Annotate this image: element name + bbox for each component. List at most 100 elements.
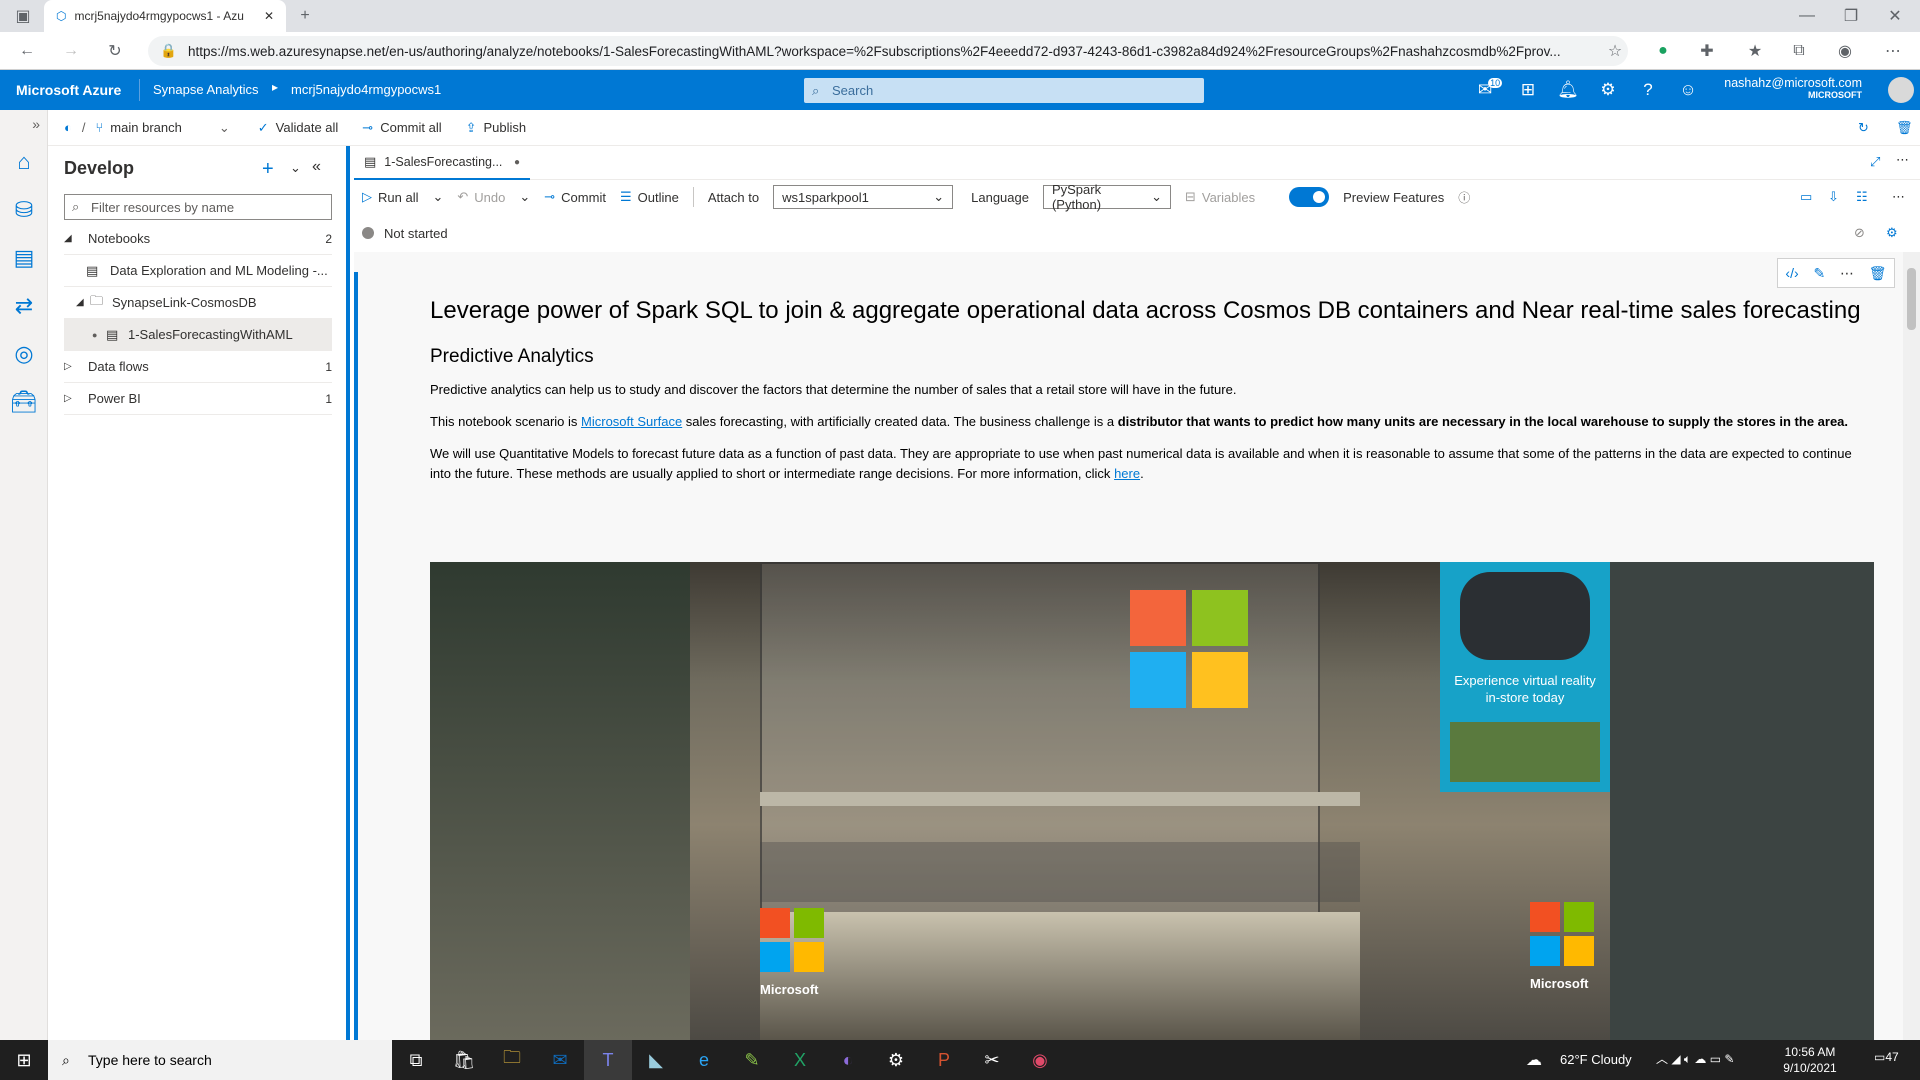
clock[interactable]: 10:56 AM 9/10/2021 [1770,1044,1850,1076]
browser-menu-icon[interactable]: ⋯ [1878,36,1908,66]
github-desktop-icon[interactable]: ◐ [824,1040,872,1080]
more-options-icon[interactable]: ⋯ [1896,152,1909,168]
extensions-icon[interactable]: ✚ [1692,36,1722,66]
delete-icon[interactable]: 🗑︎ [1869,265,1887,282]
outline-button[interactable]: ☰ Outline [620,189,679,205]
validate-all-button[interactable]: ✓ Validate all [258,120,339,136]
more-options-icon[interactable]: ⋯ [1840,265,1854,282]
task-view-icon[interactable]: ⧉ [392,1040,440,1080]
tree-section-data-flows[interactable]: ▷ Data flows 1 [64,351,332,383]
snipping-tool-icon[interactable]: ✂ [968,1040,1016,1080]
favorites-icon[interactable]: ★ [1740,36,1770,66]
discard-icon[interactable]: 🗑︎ [1896,120,1913,136]
tree-section-notebooks[interactable]: ◢ Notebooks 2 [64,223,332,255]
bell-icon[interactable]: 🔔︎ [1548,70,1588,110]
more-options-icon[interactable]: ⋯ [1892,189,1905,205]
close-window-icon[interactable]: ✕ [1880,1,1910,31]
app-icon[interactable]: ◣ [632,1040,680,1080]
tree-item-notebook[interactable]: ▤ Data Exploration and ML Modeling -... [64,255,332,287]
powerpoint-icon[interactable]: P [920,1040,968,1080]
code-view-icon[interactable]: ‹/› [1785,265,1798,281]
workspace-link[interactable]: mcrj5najydo4rmgypocws1 [291,82,441,97]
microsoft-surface-link[interactable]: Microsoft Surface [581,414,682,429]
recorder-icon[interactable]: ◉ [1016,1040,1064,1080]
comments-icon[interactable]: ▭ [1800,189,1812,205]
windows-start-icon[interactable]: ⊞ [0,1040,48,1080]
settings-icon[interactable]: ⚙ [872,1040,920,1080]
maximize-icon[interactable]: ⤢ [1870,154,1880,170]
new-tab-icon[interactable]: + [290,1,320,31]
develop-icon[interactable]: ▤ [0,234,48,282]
monitor-icon[interactable]: ◎ [0,330,48,378]
refresh-icon[interactable]: ↻ [100,36,130,66]
browser-tab[interactable]: ⬡ mcrj5najydo4rmgypocws1 - Azu ✕ [44,0,286,32]
info-icon[interactable]: ⓘ [1458,189,1470,206]
favorite-add-icon[interactable]: ☆ [1600,36,1630,66]
file-explorer-icon[interactable]: 🗀 [488,1040,536,1080]
url-input[interactable]: 🔒 https://ms.web.azuresynapse.net/en-us/… [148,36,1628,66]
store-app-icon[interactable]: 🛍︎ [440,1040,488,1080]
action-center-icon[interactable]: ▭47 [1874,1050,1899,1064]
attach-to-select[interactable]: ws1sparkpool1 ⌄ [773,185,954,209]
unsaved-dot-icon[interactable]: ● [514,157,520,168]
expand-rail-icon[interactable]: » [0,110,48,138]
vertical-scrollbar[interactable] [1903,252,1920,1040]
run-options-chevron-icon[interactable]: ⌄ [432,189,443,205]
weather-text[interactable]: 62°F Cloudy [1560,1052,1632,1067]
collapse-all-icon[interactable]: ⌄ [290,160,301,176]
filter-input[interactable]: ⌕ Filter resources by name [64,194,332,220]
tree-folder-synapselink[interactable]: ◢ 🗀 SynapseLink-CosmosDB [64,287,332,319]
notifications-feed-icon[interactable]: ✉ 10 [1470,70,1510,110]
session-settings-icon[interactable]: ⚙ [1886,225,1898,241]
account-info[interactable]: nashahz@microsoft.com MICROSOFT [1712,76,1862,100]
service-link[interactable]: Synapse Analytics [153,82,259,97]
variables-button[interactable]: ⊟ Variables [1185,189,1255,205]
export-icon[interactable]: ⇩ [1828,189,1839,205]
add-resource-icon[interactable]: + [262,158,274,181]
commit-all-button[interactable]: ⊸ Commit all [362,120,441,136]
scrollbar-thumb[interactable] [1907,268,1916,330]
forward-icon[interactable]: → [56,36,86,66]
markdown-cell[interactable]: Leverage power of Spark SQL to join & ag… [430,296,1870,484]
collections-icon[interactable]: ⧉ [1784,36,1814,66]
properties-icon[interactable]: ☷ [1856,189,1868,205]
notepad-icon[interactable]: ✎ [728,1040,776,1080]
undo-chevron-icon[interactable]: ⌄ [519,189,530,205]
close-tab-icon[interactable]: ✕ [264,9,274,23]
taskbar-search-input[interactable]: ⌕ Type here to search [48,1040,392,1080]
back-icon[interactable]: ← [12,36,42,66]
integrate-icon[interactable]: ⇄ [0,282,48,330]
gear-icon[interactable]: ⚙ [1588,70,1628,110]
refresh-workspace-icon[interactable]: ↻ [1858,120,1869,136]
restore-icon[interactable]: ❐ [1836,1,1866,31]
run-all-button[interactable]: ▷ Run all [362,189,418,205]
azure-brand[interactable]: Microsoft Azure [16,82,121,98]
commit-button[interactable]: ⊸ Commit [544,189,606,205]
home-icon[interactable]: ⌂ [0,138,48,186]
system-tray-icons[interactable]: ︿ ◢ 🔈︎ ☁ ▭ ✎ [1656,1050,1735,1067]
edge-icon[interactable]: e [680,1040,728,1080]
tree-item-notebook-selected[interactable]: ● ▤ 1-SalesForecastingWithAML [64,319,332,351]
more-info-link[interactable]: here [1114,466,1140,481]
data-icon[interactable]: ⛁ [0,186,48,234]
help-icon[interactable]: ? [1628,70,1668,110]
tab-actions-icon[interactable]: ▣ [8,1,38,31]
excel-icon[interactable]: X [776,1040,824,1080]
stop-session-icon[interactable]: ⊘ [1854,225,1865,241]
tree-section-power-bi[interactable]: ▷ Power BI 1 [64,383,332,415]
directory-icon[interactable]: ⊞ [1508,70,1548,110]
outlook-icon[interactable]: ✉ [536,1040,584,1080]
language-select[interactable]: PySpark (Python) ⌄ [1042,182,1171,212]
feedback-icon[interactable]: ☺ [1668,70,1708,110]
tab-notebook[interactable]: ▤ 1-SalesForecasting... ● [354,146,530,180]
user-avatar[interactable] [1888,77,1914,103]
teams-icon[interactable]: T [584,1040,632,1080]
azure-search-input[interactable]: ⌕ Search [804,78,1204,103]
branch-selector[interactable]: ⑂ main branch ⌄ [95,120,229,136]
collapse-pane-icon[interactable]: « [312,158,321,176]
profile-avatar[interactable]: ◉ [1830,36,1860,66]
edit-icon[interactable]: ✎ [1813,265,1825,282]
publish-button[interactable]: ⇪ Publish [466,120,527,136]
grammarly-icon[interactable]: ● [1648,36,1678,66]
manage-icon[interactable]: 🧰︎ [0,378,48,426]
